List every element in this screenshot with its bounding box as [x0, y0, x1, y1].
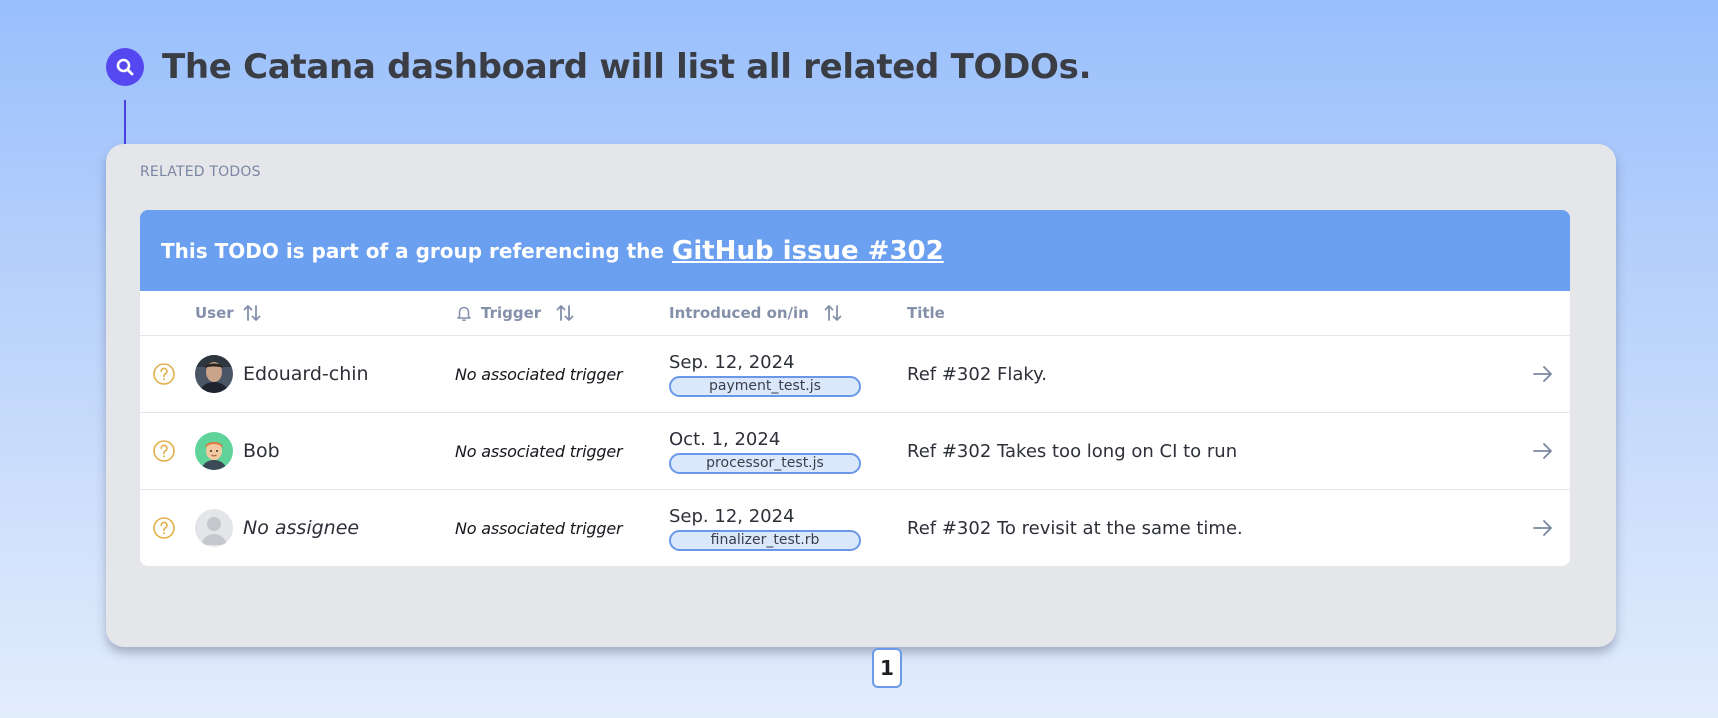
trigger-cell: No associated trigger — [455, 413, 623, 489]
todo-group-panel: This TODO is part of a group referencing… — [140, 210, 1570, 709]
arrow-right-icon[interactable] — [1532, 490, 1554, 566]
file-badge[interactable]: payment_test.js — [669, 375, 861, 397]
search-icon — [106, 48, 144, 86]
arrow-right-icon[interactable] — [1532, 336, 1554, 412]
user-cell: No assignee — [195, 490, 359, 566]
trigger-text: No associated trigger — [455, 364, 623, 384]
connector-line — [124, 100, 126, 144]
column-header-user[interactable]: User — [195, 291, 262, 335]
title-cell: Ref #302 Takes too long on CI to run — [907, 413, 1237, 489]
file-badge[interactable]: processor_test.js — [669, 452, 861, 474]
sort-icon[interactable] — [823, 304, 843, 322]
sort-icon[interactable] — [555, 304, 575, 322]
column-label-introduced: Introduced on/in — [669, 304, 809, 322]
todos-table: User Trigger Introduced on/in Title Edou… — [140, 291, 1570, 566]
column-label-title: Title — [907, 304, 945, 322]
column-header-introduced[interactable]: Introduced on/in — [669, 291, 843, 335]
page-heading: The Catana dashboard will list all relat… — [106, 47, 1092, 87]
user-name: No assignee — [243, 517, 360, 539]
trigger-text: No associated trigger — [455, 518, 623, 538]
user-name[interactable]: Edouard-chin — [243, 363, 369, 385]
introduced-date: Sep. 12, 2024 — [669, 505, 795, 527]
introduced-cell: Sep. 12, 2024 payment_test.js — [669, 336, 861, 412]
table-header: User Trigger Introduced on/in Title — [140, 291, 1570, 336]
table-row[interactable]: Edouard-chin No associated trigger Sep. … — [140, 336, 1570, 413]
arrow-right-icon[interactable] — [1532, 413, 1554, 489]
todo-title[interactable]: Ref #302 Takes too long on CI to run — [907, 441, 1237, 462]
todo-title[interactable]: Ref #302 Flaky. — [907, 364, 1047, 385]
sort-icon[interactable] — [242, 304, 262, 322]
column-label-trigger: Trigger — [481, 304, 542, 322]
bell-icon — [455, 304, 473, 322]
heading-text: The Catana dashboard will list all relat… — [162, 47, 1092, 87]
todo-title[interactable]: Ref #302 To revisit at the same time. — [907, 518, 1243, 539]
related-todos-card: RELATED TODOS This TODO is part of a gro… — [106, 144, 1616, 688]
introduced-cell: Oct. 1, 2024 processor_test.js — [669, 413, 861, 489]
question-circle-icon — [152, 490, 176, 566]
trigger-cell: No associated trigger — [455, 336, 623, 412]
github-issue-link[interactable]: GitHub issue #302 — [672, 236, 944, 266]
table-row[interactable]: No assignee No associated trigger Sep. 1… — [140, 490, 1570, 566]
question-circle-icon — [152, 413, 176, 489]
column-label-user: User — [195, 304, 234, 322]
banner-text: This TODO is part of a group referencing… — [161, 238, 664, 263]
table-row[interactable]: Bob No associated trigger Oct. 1, 2024 p… — [140, 413, 1570, 490]
card-label: RELATED TODOS — [140, 164, 261, 180]
group-banner: This TODO is part of a group referencing… — [140, 210, 1570, 291]
avatar — [195, 355, 233, 393]
introduced-cell: Sep. 12, 2024 finalizer_test.rb — [669, 490, 861, 566]
file-badge[interactable]: finalizer_test.rb — [669, 529, 861, 551]
introduced-date: Oct. 1, 2024 — [669, 428, 781, 450]
trigger-text: No associated trigger — [455, 441, 623, 461]
column-header-title: Title — [907, 291, 945, 335]
question-circle-icon — [152, 336, 176, 412]
user-name[interactable]: Bob — [243, 440, 280, 462]
column-header-trigger[interactable]: Trigger — [455, 291, 575, 335]
trigger-cell: No associated trigger — [455, 490, 623, 566]
user-cell: Bob — [195, 413, 280, 489]
avatar-placeholder-icon — [195, 509, 233, 547]
title-cell: Ref #302 To revisit at the same time. — [907, 490, 1243, 566]
user-cell: Edouard-chin — [195, 336, 369, 412]
title-cell: Ref #302 Flaky. — [907, 336, 1047, 412]
avatar — [195, 432, 233, 470]
introduced-date: Sep. 12, 2024 — [669, 351, 795, 373]
pagination-page-button[interactable]: 1 — [872, 648, 902, 688]
